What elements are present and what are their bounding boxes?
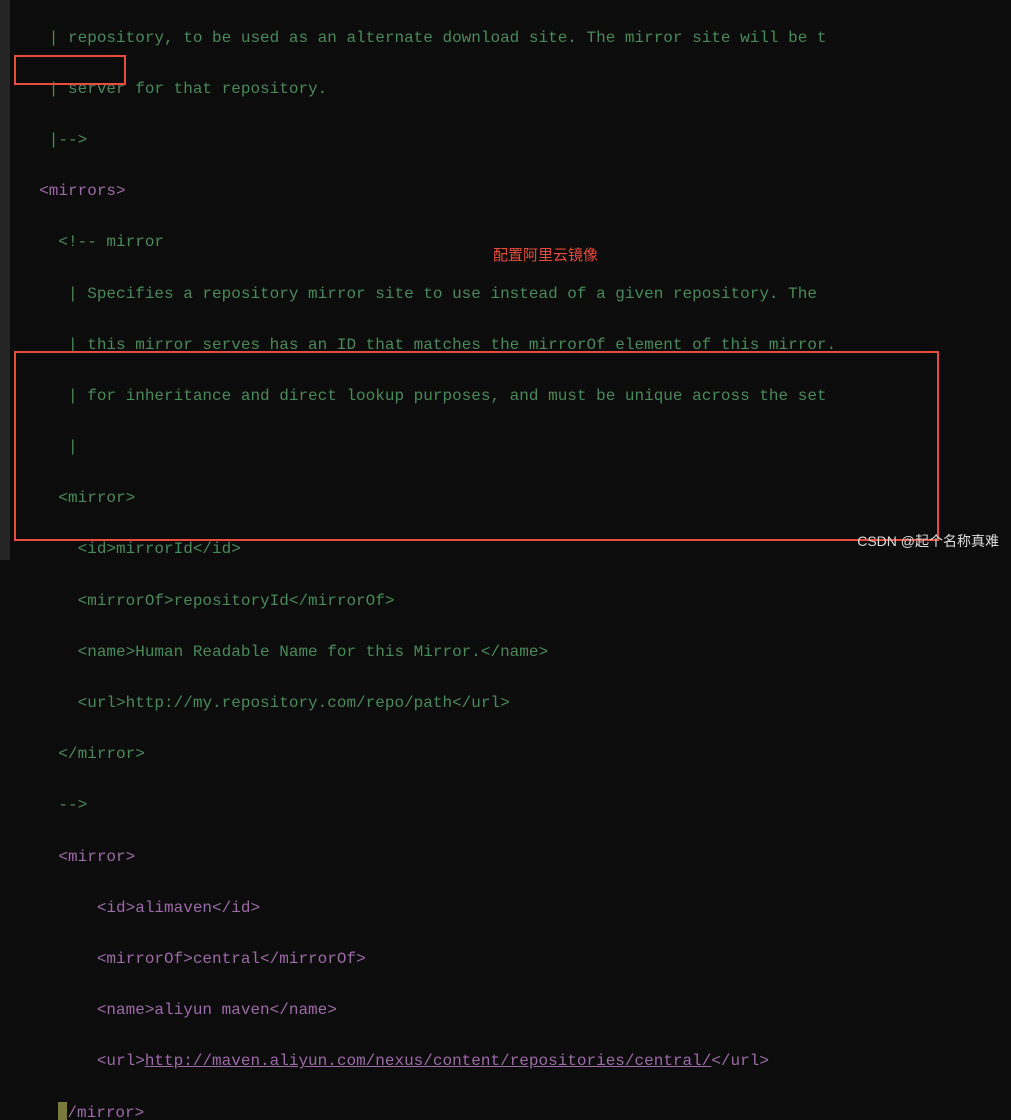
code-line: <name>aliyun maven</name> bbox=[20, 998, 991, 1024]
code-line: | Specifies a repository mirror site to … bbox=[20, 282, 991, 308]
code-line: </mirror> bbox=[20, 742, 991, 768]
watermark: CSDN @起个名称真难 bbox=[857, 530, 999, 552]
code-line: /mirror> bbox=[20, 1101, 991, 1120]
code-line: <mirror> bbox=[20, 486, 991, 512]
code-line: | bbox=[20, 435, 991, 461]
code-line: | server for that repository. bbox=[20, 77, 991, 103]
code-line: <name>Human Readable Name for this Mirro… bbox=[20, 640, 991, 666]
code-line: |--> bbox=[20, 128, 991, 154]
code-line: <mirrorOf>repositoryId</mirrorOf> bbox=[20, 589, 991, 615]
code-line: | for inheritance and direct lookup purp… bbox=[20, 384, 991, 410]
code-line: <mirrorOf>central</mirrorOf> bbox=[20, 947, 991, 973]
code-line: <url>http://maven.aliyun.com/nexus/conte… bbox=[20, 1049, 991, 1075]
code-editor[interactable]: | repository, to be used as an alternate… bbox=[0, 0, 1011, 1120]
code-line: <id>alimaven</id> bbox=[20, 896, 991, 922]
annotation-label: 配置阿里云镜像 bbox=[493, 244, 598, 268]
code-line-mirrors-open: <mirrors> bbox=[20, 179, 991, 205]
code-line: <url>http://my.repository.com/repo/path<… bbox=[20, 691, 991, 717]
code-line: <id>mirrorId</id> bbox=[20, 537, 991, 563]
code-line: --> bbox=[20, 793, 991, 819]
code-line: <mirror> bbox=[20, 845, 991, 871]
cursor bbox=[58, 1102, 67, 1120]
code-line: | repository, to be used as an alternate… bbox=[20, 26, 991, 52]
code-line: | this mirror serves has an ID that matc… bbox=[20, 333, 991, 359]
